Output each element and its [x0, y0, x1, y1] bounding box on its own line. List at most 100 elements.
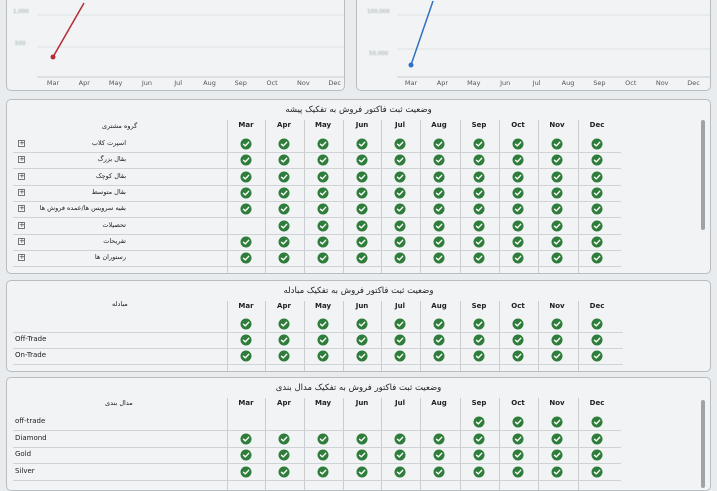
- column-divider: [343, 398, 344, 490]
- expand-row-icon[interactable]: +: [18, 156, 25, 164]
- row-divider: [13, 217, 621, 219]
- check-circle-icon: [473, 187, 485, 199]
- row-label: Silver: [15, 466, 35, 475]
- month-column-header[interactable]: Oct: [511, 121, 524, 129]
- month-column-header[interactable]: Jul: [395, 399, 405, 407]
- expand-row-icon[interactable]: +: [18, 172, 25, 180]
- row-header: گروه مشتری: [102, 122, 138, 130]
- x-axis-label: Jul: [532, 79, 541, 87]
- check-circle-icon: [591, 466, 603, 477]
- month-column-header[interactable]: Jun: [356, 121, 369, 129]
- month-column-header[interactable]: Aug: [431, 302, 446, 310]
- check-circle-icon: [356, 252, 368, 264]
- month-column-header[interactable]: Nov: [549, 399, 564, 407]
- check-circle-icon: [433, 154, 445, 166]
- row-header: مبادله: [112, 300, 128, 308]
- sales-line-chart-left: 1,000 500 Mar Apr May Jun Jul Aug Sep Oct Nov Dec: [6, 0, 345, 91]
- month-column-header[interactable]: Aug: [431, 399, 446, 407]
- month-column-header[interactable]: Sep: [472, 399, 487, 407]
- column-divider: [265, 301, 266, 371]
- check-circle-icon: [512, 350, 524, 362]
- month-column-header[interactable]: Sep: [472, 302, 487, 310]
- check-circle-icon: [473, 220, 485, 231]
- check-circle-icon: [591, 449, 603, 461]
- check-circle-icon: [394, 318, 406, 330]
- check-circle-icon: [356, 187, 368, 199]
- check-circle-icon: [317, 466, 329, 477]
- check-circle-icon: [240, 138, 252, 150]
- month-column-header[interactable]: Mar: [238, 121, 253, 129]
- vertical-scrollbar[interactable]: [701, 400, 705, 488]
- check-circle-icon: [356, 154, 368, 166]
- check-circle-icon: [551, 318, 563, 330]
- expand-row-icon[interactable]: +: [18, 237, 25, 245]
- status-by-trade-table: وضعیت ثبت فاکتور فروش به تفکیک مبادله مب…: [6, 280, 711, 372]
- expand-row-icon[interactable]: +: [18, 254, 25, 262]
- line-chart-left-svg: [37, 2, 344, 78]
- month-column-header[interactable]: Oct: [511, 399, 524, 407]
- expand-row-icon[interactable]: +: [18, 140, 25, 147]
- check-circle-icon: [551, 138, 563, 150]
- check-circle-icon: [551, 466, 563, 477]
- month-column-header[interactable]: Sep: [472, 121, 487, 129]
- row-label: On-Trade: [15, 351, 46, 359]
- check-circle-icon: [356, 433, 368, 444]
- row-label: بقیه سرویس ها/عمده فروش ها: [39, 204, 126, 213]
- check-circle-icon: [394, 236, 406, 248]
- check-circle-icon: [278, 433, 290, 444]
- expand-row-icon[interactable]: +: [18, 205, 25, 213]
- month-column-header[interactable]: Apr: [277, 302, 291, 310]
- column-divider: [381, 398, 382, 490]
- check-circle-icon: [551, 416, 563, 428]
- x-axis-label: Sep: [593, 79, 606, 87]
- check-circle-icon: [551, 203, 563, 215]
- x-axis-label: Dec: [687, 79, 700, 87]
- status-by-medal-table: وضعیت ثبت فاکتور فروش به تفکیک مدال بندی…: [6, 377, 711, 491]
- check-circle-icon: [356, 334, 368, 346]
- month-column-header[interactable]: Dec: [590, 302, 605, 310]
- month-column-header[interactable]: Nov: [549, 302, 564, 310]
- month-column-header[interactable]: Apr: [277, 399, 291, 407]
- month-column-header[interactable]: Dec: [590, 121, 605, 129]
- check-circle-icon: [240, 252, 252, 264]
- expand-row-icon[interactable]: +: [18, 188, 25, 196]
- row-label: تفریحات: [103, 236, 126, 245]
- x-axis-label: Jun: [141, 79, 152, 87]
- check-circle-icon: [240, 350, 252, 362]
- table-title: وضعیت ثبت فاکتور فروش به تفکیک مبادله: [283, 286, 434, 296]
- month-column-header[interactable]: Mar: [238, 302, 253, 310]
- month-column-header[interactable]: May: [315, 399, 331, 407]
- check-circle-icon: [433, 220, 445, 231]
- month-column-header[interactable]: Apr: [277, 121, 291, 129]
- check-circle-icon: [473, 154, 485, 166]
- month-column-header[interactable]: Jul: [395, 302, 405, 310]
- table-title: وضعیت ثبت فاکتور فروش به تفکیک پیشه: [285, 105, 432, 115]
- row-label: Off-Trade: [15, 335, 47, 343]
- check-circle-icon: [512, 154, 524, 166]
- month-column-header[interactable]: Jul: [395, 121, 405, 129]
- column-divider: [460, 398, 461, 490]
- row-label: Gold: [15, 450, 32, 458]
- month-column-header[interactable]: Mar: [238, 399, 253, 407]
- column-divider: [343, 301, 344, 371]
- month-column-header[interactable]: May: [315, 302, 331, 310]
- month-column-header[interactable]: May: [315, 121, 331, 129]
- check-circle-icon: [278, 171, 290, 183]
- check-circle-icon: [278, 466, 290, 477]
- month-column-header[interactable]: Aug: [431, 121, 446, 129]
- column-divider: [227, 398, 228, 490]
- check-circle-icon: [591, 171, 603, 183]
- check-circle-icon: [240, 203, 252, 215]
- month-column-header[interactable]: Nov: [549, 121, 564, 129]
- vertical-scrollbar[interactable]: [701, 120, 705, 230]
- month-column-header[interactable]: Jun: [356, 302, 369, 310]
- check-circle-icon: [551, 154, 563, 166]
- expand-row-icon[interactable]: +: [18, 221, 25, 229]
- check-circle-icon: [240, 236, 252, 248]
- check-circle-icon: [473, 236, 485, 248]
- month-column-header[interactable]: Jun: [356, 399, 369, 407]
- check-circle-icon: [433, 350, 445, 362]
- check-circle-icon: [317, 433, 329, 444]
- month-column-header[interactable]: Dec: [590, 399, 605, 407]
- month-column-header[interactable]: Oct: [511, 302, 524, 310]
